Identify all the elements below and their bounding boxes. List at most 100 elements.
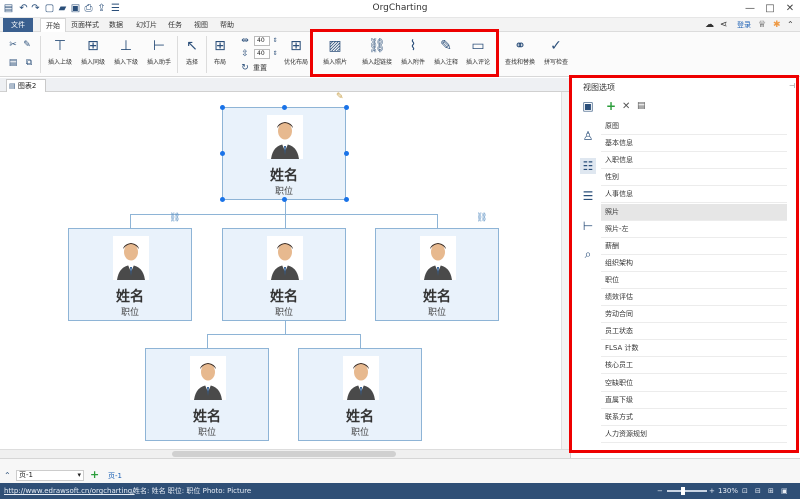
insert-assistant-button[interactable]: ⊢ 插入助手 (143, 35, 175, 75)
person-avatar-icon (267, 236, 303, 280)
scroll-track (0, 459, 570, 468)
share-icon[interactable]: ⋖ (720, 20, 728, 30)
resize-handle[interactable] (282, 197, 287, 202)
zoom-out-icon[interactable]: − (657, 483, 663, 499)
spell-check-label: 拼写检查 (543, 59, 568, 66)
horizontal-scrollbar[interactable] (0, 449, 570, 458)
select-label: 选择 (185, 59, 198, 66)
node-job-title: 职位 (274, 308, 293, 318)
note-badge-icon[interactable]: ✎ (336, 92, 344, 102)
drawing-canvas[interactable]: ✎ ⛓ ⛓ 姓名 职位 姓名 职位 姓名 职位 姓名 职位 姓名 职位 姓名 职… (0, 92, 570, 458)
page-tab[interactable]: 页-1 (108, 471, 122, 481)
org-node-root[interactable]: 姓名 职位 (222, 107, 346, 200)
optimize-layout-icon: ⊞ (290, 38, 302, 54)
zoom-in-icon[interactable]: + (709, 483, 715, 499)
page-nav-icon[interactable]: ⌃ (4, 471, 11, 480)
spin-arrows-icon[interactable]: ⇕ (270, 49, 280, 59)
presentation-icon[interactable]: ▣ (781, 483, 788, 499)
insert-subordinate-button[interactable]: ⊥ 插入下级 (110, 35, 142, 75)
menu-tasks[interactable]: 任务 (163, 18, 187, 32)
person-avatar-icon (190, 356, 226, 400)
layout-button[interactable]: ⊞ 布局 (208, 35, 232, 75)
format-painter-icon[interactable]: ✎ (22, 40, 32, 50)
menu-home[interactable]: 开始 (40, 18, 66, 32)
insert-assistant-label: 插入助手 (146, 59, 171, 66)
apps-icon[interactable]: ✱ (773, 20, 781, 30)
zoom-slider-thumb[interactable] (681, 487, 685, 495)
menu-view[interactable]: 视图 (189, 18, 213, 32)
resize-handle[interactable] (344, 197, 349, 202)
org-node[interactable]: 姓名 职位 (68, 228, 192, 321)
add-page-icon[interactable]: + (90, 468, 99, 481)
page-select-value: 页-1 (19, 471, 33, 479)
spell-check-icon: ✓ (550, 38, 562, 54)
theme-icon[interactable]: ♕ (758, 20, 766, 30)
layout-icon: ⊞ (214, 38, 226, 54)
resize-handle[interactable] (220, 105, 225, 110)
insert-superior-icon: ⊤ (53, 38, 67, 54)
page-bar: ⌃ 页-1 ▾ + 页-1 (0, 458, 570, 483)
link-badge-icon[interactable]: ⛓ (169, 213, 180, 223)
scrollbar-thumb[interactable] (172, 451, 396, 457)
insert-superior-button[interactable]: ⊤ 插入上级 (44, 35, 76, 75)
org-node[interactable]: 姓名 职位 (222, 228, 346, 321)
node-job-title: 职位 (350, 428, 369, 438)
cut-icon[interactable]: ✂ (8, 40, 18, 50)
node-job-title: 职位 (197, 428, 216, 438)
document-tab-bar: ▤ 图表2 ✕ (0, 78, 570, 102)
org-node[interactable]: 姓名 职位 (375, 228, 499, 321)
insert-peer-label: 插入同级 (80, 59, 105, 66)
person-avatar-icon (343, 356, 379, 400)
menu-slides[interactable]: 幻灯片 (131, 18, 162, 32)
collapse-ribbon-icon[interactable]: ⌃ (787, 20, 794, 29)
reset-button[interactable]: 重置 (253, 63, 267, 73)
insert-assistant-icon: ⊢ (152, 38, 166, 54)
insert-peer-button[interactable]: ⊞ 插入同级 (77, 35, 109, 75)
maximize-button[interactable]: □ (760, 2, 780, 16)
menu-help[interactable]: 帮助 (215, 18, 239, 32)
paste-icon[interactable]: ▤ (8, 58, 18, 68)
page-select[interactable]: 页-1 ▾ (16, 470, 84, 481)
page-bar-right (570, 458, 800, 483)
menu-data[interactable]: 数据 (104, 18, 128, 32)
spin-arrows-icon[interactable]: ⇕ (270, 36, 280, 46)
connector-line (207, 334, 208, 348)
horizontal-spacing-input[interactable]: 40 (254, 36, 270, 46)
select-button[interactable]: ↖ 选择 (180, 35, 204, 75)
insert-peer-icon: ⊞ (87, 38, 99, 54)
document-tab-label: 图表2 (17, 82, 37, 90)
insert-group-highlight (310, 29, 499, 77)
zoom-slider[interactable] (667, 487, 707, 495)
close-button[interactable]: ✕ (780, 2, 800, 16)
document-tab[interactable]: ▤ 图表2 ✕ (6, 79, 46, 102)
resize-handle[interactable] (344, 105, 349, 110)
optimize-layout-button[interactable]: ⊞ 优化布局 (281, 35, 311, 75)
vertical-spacing-input[interactable]: 40 (254, 49, 270, 59)
org-node[interactable]: 姓名 职位 (298, 348, 422, 441)
find-replace-button[interactable]: ⚭ 查找和替换 (502, 35, 538, 75)
spell-check-button[interactable]: ✓ 拼写检查 (540, 35, 572, 75)
minimize-button[interactable]: — (740, 2, 760, 16)
resize-handle[interactable] (220, 151, 225, 156)
node-name: 姓名 (270, 289, 298, 305)
menu-file[interactable]: 文件 (3, 18, 33, 32)
resize-handle[interactable] (344, 151, 349, 156)
cloud-icon[interactable]: ☁ (705, 20, 714, 30)
person-avatar-icon (420, 236, 456, 280)
full-screen-icon[interactable]: ⊞ (768, 483, 774, 499)
fit-page-icon[interactable]: ⊡ (742, 483, 748, 499)
fit-width-icon[interactable]: ⊟ (755, 483, 761, 499)
optimize-layout-label: 优化布局 (283, 59, 308, 66)
cursor-icon: ↖ (186, 38, 198, 54)
org-node[interactable]: 姓名 职位 (145, 348, 269, 441)
menu-page-style[interactable]: 页面样式 (66, 18, 104, 32)
login-link[interactable]: 登录 (737, 20, 751, 30)
node-job-title: 职位 (427, 308, 446, 318)
resize-handle[interactable] (220, 197, 225, 202)
connector-line (285, 321, 286, 334)
link-badge-icon[interactable]: ⛓ (476, 213, 487, 223)
resize-handle[interactable] (282, 105, 287, 110)
copy-icon[interactable]: ⧉ (24, 58, 34, 68)
website-link[interactable]: http://www.edrawsoft.cn/orgcharting/ (4, 483, 135, 499)
ribbon-divider (40, 36, 41, 73)
